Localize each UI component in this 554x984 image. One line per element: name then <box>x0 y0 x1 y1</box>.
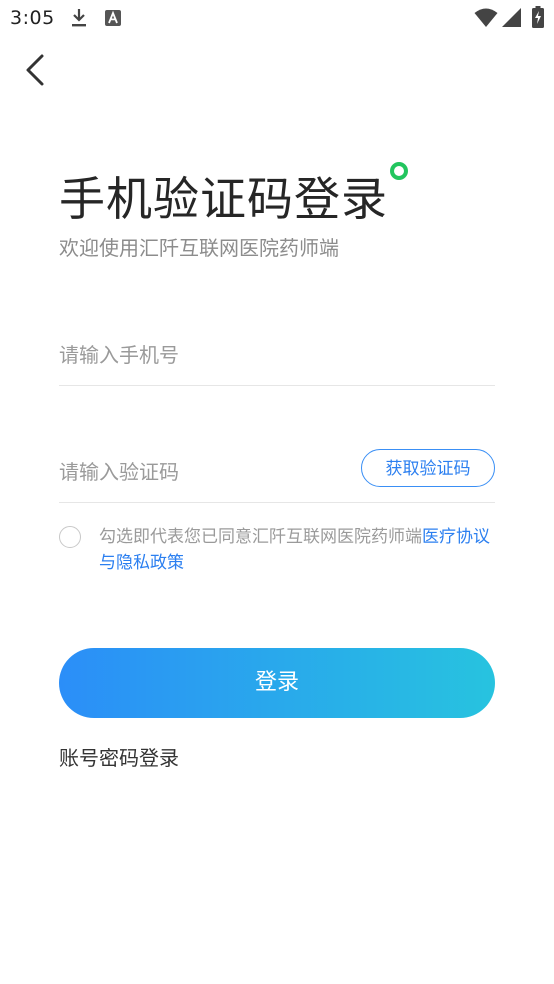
get-code-button[interactable]: 获取验证码 <box>361 449 495 487</box>
code-input[interactable] <box>59 460 339 484</box>
login-button[interactable]: 登录 <box>59 648 495 718</box>
agreement-statement: 勾选即代表您已同意汇阡互联网医院药师端 <box>99 527 422 547</box>
back-button[interactable] <box>18 50 58 90</box>
back-arrow-icon <box>26 54 44 86</box>
code-field: 获取验证码 <box>59 442 495 503</box>
title-decoration-dot <box>390 162 408 180</box>
wifi-icon <box>474 8 498 27</box>
a-notification-icon <box>105 10 121 26</box>
password-login-link[interactable]: 账号密码登录 <box>59 742 179 771</box>
status-time: 3:05 <box>10 7 55 29</box>
agreement-checkbox[interactable] <box>59 526 81 548</box>
page-subtitle: 欢迎使用汇阡互联网医院药师端 <box>59 236 339 260</box>
battery-charging-icon <box>532 6 544 28</box>
status-bar: 3:05 <box>0 0 554 36</box>
phone-input[interactable] <box>59 343 339 367</box>
page-title: 手机验证码登录 <box>59 172 388 226</box>
agreement-text: 勾选即代表您已同意汇阡互联网医院药师端医疗协议与隐私政策 <box>99 524 495 576</box>
signal-icon <box>502 8 521 27</box>
phone-field <box>59 325 495 386</box>
download-icon <box>72 9 86 27</box>
